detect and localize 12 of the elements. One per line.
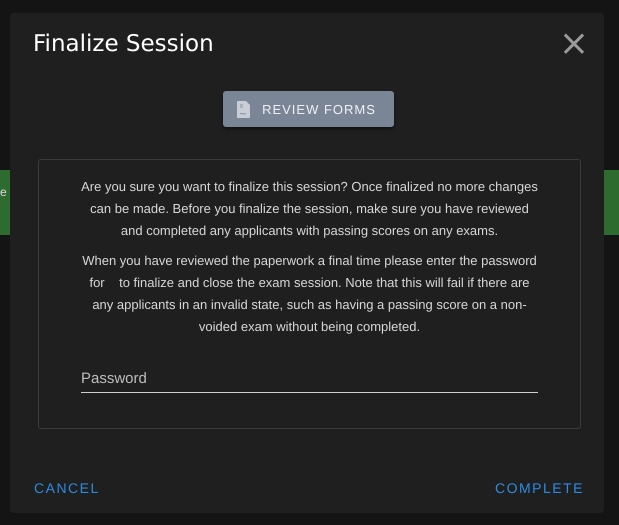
document-icon	[237, 100, 250, 118]
cancel-button[interactable]: CANCEL	[34, 480, 100, 496]
close-button[interactable]: ×	[558, 29, 589, 59]
review-forms-button[interactable]: REVIEW FORMS	[223, 91, 394, 127]
password-field[interactable]: Password	[81, 366, 538, 393]
dialog-title: Finalize Session	[33, 31, 214, 57]
banner-background	[604, 170, 619, 235]
background-text: e	[0, 185, 7, 199]
complete-button[interactable]: COMPLETE	[494, 480, 584, 496]
message-text: Are you sure you want to finalize this session? Once finalized no more changes can be made. Before you finalize the session, make sure you have reviewed and completed any applicants with passing scores on any exams.	[81, 178, 538, 240]
message-text: When you have reviewed the paperwork a final time please enter the password for to finalize and close the exam session. Note that this will fail if there are any applicants in an invalid state, such as having a passing score on a non-voided exam without being completed.	[81, 252, 538, 336]
banner-background	[0, 170, 10, 235]
